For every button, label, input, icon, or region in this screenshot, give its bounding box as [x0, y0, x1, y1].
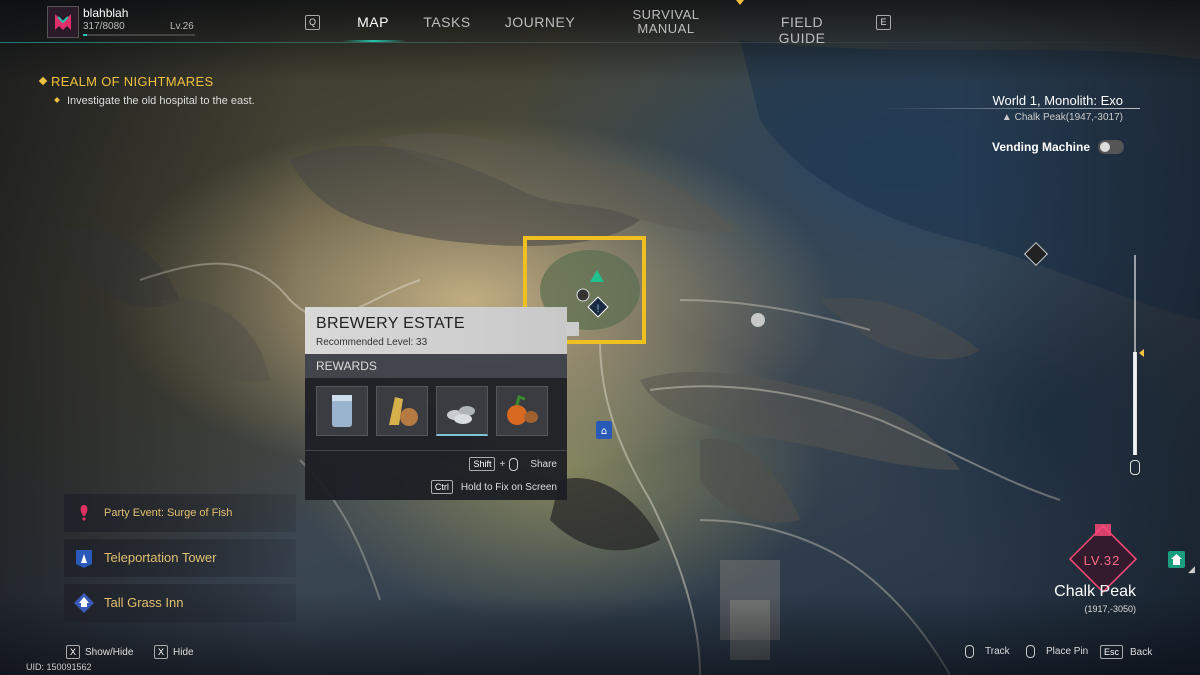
- key-hint-next[interactable]: E: [876, 15, 891, 30]
- region-name: Chalk Peak: [1054, 583, 1136, 600]
- world-name: World 1, Monolith: Exo: [992, 93, 1123, 108]
- notification-marker: [736, 0, 744, 5]
- player-avatar: [47, 6, 79, 38]
- world-coords-text: Chalk Peak(1947,-3017): [1014, 112, 1123, 123]
- player-level: Lv.26: [170, 21, 194, 32]
- esc-key: Esc: [1100, 645, 1124, 659]
- track-label: Track: [985, 646, 1010, 657]
- event-tall-grass-inn[interactable]: Tall Grass Inn: [64, 584, 296, 622]
- canister-icon: [332, 395, 352, 427]
- popup-divider: [305, 450, 567, 451]
- scroll-mouse-icon: [1130, 460, 1140, 475]
- world-coords: ▲ Chalk Peak(1947,-3017): [1002, 112, 1123, 123]
- tab-map-underline: [342, 40, 406, 42]
- rewards-header: REWARDS: [305, 354, 567, 378]
- show-hide-label: Show/Hide: [85, 646, 134, 658]
- place-pin-label: Place Pin: [1046, 646, 1089, 657]
- zoom-slider-fill: [1133, 352, 1137, 455]
- event-label: Teleportation Tower: [104, 550, 217, 565]
- shift-key: Shift: [469, 457, 496, 471]
- tab-survival-manual[interactable]: SURVIVAL MANUAL: [622, 8, 710, 36]
- hide-hint[interactable]: X Hide: [154, 645, 194, 659]
- tab-tasks[interactable]: TASKS: [418, 14, 476, 30]
- location-popup: BREWERY ESTATE Recommended Level: 33 REW…: [305, 307, 567, 500]
- popup-title: BREWERY ESTATE: [316, 315, 465, 332]
- zoom-slider-handle[interactable]: [1139, 349, 1144, 357]
- grain-icon: [389, 397, 418, 426]
- back-hint[interactable]: Esc Back: [1100, 645, 1152, 659]
- vending-machine-label: Vending Machine: [992, 140, 1091, 154]
- expand-arrow-icon[interactable]: ◢: [1188, 564, 1195, 575]
- tab-map[interactable]: MAP: [345, 14, 401, 30]
- alert-icon: [80, 505, 88, 521]
- stones-icon: [447, 406, 475, 424]
- toggle-knob: [1100, 142, 1110, 152]
- event-label: Tall Grass Inn: [104, 595, 184, 610]
- region-coords: (1917,-3050): [1084, 604, 1136, 614]
- tab-journey[interactable]: JOURNEY: [502, 14, 578, 30]
- quest-objective: Investigate the old hospital to the east…: [67, 95, 255, 107]
- hide-label: Hide: [173, 646, 194, 658]
- show-hide-hint[interactable]: X Show/Hide: [66, 645, 133, 659]
- mouse-click-icon: [509, 457, 519, 471]
- tab-field-guide[interactable]: FIELD GUIDE: [756, 14, 848, 46]
- share-hint[interactable]: Shift + Share: [469, 457, 557, 471]
- event-teleportation-tower[interactable]: Teleportation Tower: [64, 539, 296, 577]
- rewards-label: REWARDS: [316, 359, 377, 373]
- back-label: Back: [1130, 646, 1153, 658]
- mouse-right-icon: [1026, 645, 1035, 658]
- vending-machine-toggle[interactable]: [1098, 140, 1124, 154]
- place-pin-hint[interactable]: Place Pin: [1026, 645, 1088, 658]
- key-hint-prev[interactable]: Q: [305, 15, 320, 30]
- xp-bar: [83, 34, 195, 36]
- event-party-surge[interactable]: Party Event: Surge of Fish: [64, 494, 296, 532]
- topbar-divider: [0, 42, 1200, 43]
- location-arrow-icon: ▲: [1001, 112, 1015, 123]
- x-key: X: [154, 645, 169, 659]
- player-name: blahblah: [83, 6, 129, 20]
- event-label: Party Event: Surge of Fish: [104, 507, 233, 519]
- mouse-left-icon: [965, 645, 974, 658]
- reward-slot-2[interactable]: [376, 386, 428, 436]
- ctrl-key: Ctrl: [430, 480, 453, 494]
- fix-label: Hold to Fix on Screen: [460, 481, 557, 493]
- quest-title[interactable]: REALM OF NIGHTMARES: [51, 74, 213, 89]
- xp-bar-fill: [83, 34, 88, 36]
- home-icon[interactable]: [1168, 551, 1185, 568]
- tower-icon: [76, 550, 92, 568]
- produce-icon: [507, 395, 538, 425]
- player-emblem-icon: [55, 14, 71, 30]
- reward-slot-1[interactable]: [316, 386, 368, 436]
- reward-slot-3[interactable]: [436, 386, 488, 436]
- share-label: Share: [530, 458, 557, 470]
- player-xp: 317/8080: [83, 21, 125, 32]
- popup-header: BREWERY ESTATE Recommended Level: 33: [305, 307, 567, 354]
- track-hint[interactable]: Track: [965, 645, 1010, 658]
- world-divider: [880, 108, 1140, 109]
- inn-icon: [74, 593, 94, 613]
- x-key: X: [66, 645, 81, 659]
- popup-recommended-level: Recommended Level: 33: [316, 337, 428, 348]
- fix-hint[interactable]: Ctrl Hold to Fix on Screen: [430, 480, 557, 494]
- user-id: UID: 150091562: [26, 662, 92, 672]
- share-plus: +: [499, 458, 506, 470]
- reward-slot-4[interactable]: [496, 386, 548, 436]
- region-level: LV.32: [1083, 553, 1121, 568]
